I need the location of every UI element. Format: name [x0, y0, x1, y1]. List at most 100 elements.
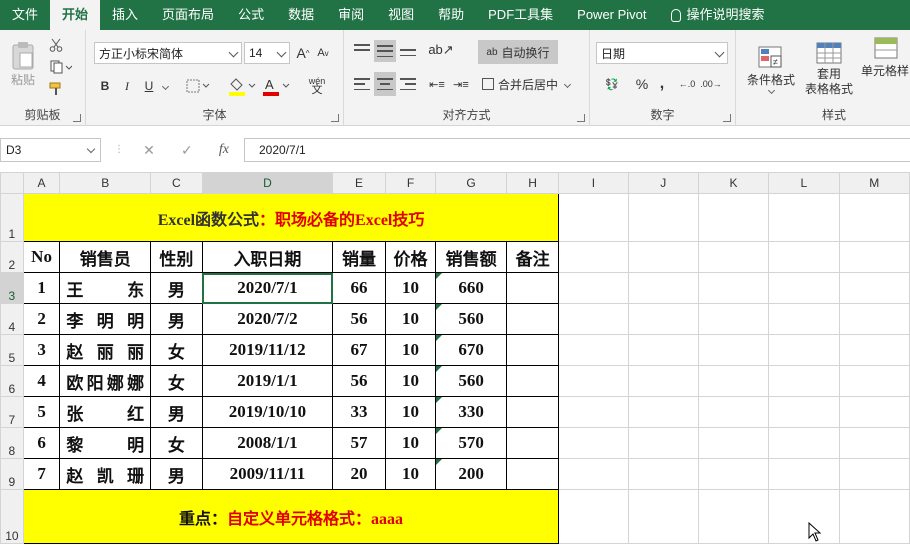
- cell-price[interactable]: 10: [384, 365, 437, 397]
- cell-no[interactable]: 3: [22, 334, 61, 366]
- column-header-c[interactable]: C: [150, 172, 203, 194]
- cell[interactable]: [558, 241, 629, 273]
- decrease-decimal-button[interactable]: .00→: [700, 74, 722, 94]
- align-middle-button[interactable]: [374, 40, 396, 62]
- merge-center-button[interactable]: 合并后居中: [478, 72, 574, 96]
- tab-pdf-tools[interactable]: PDF工具集: [476, 0, 565, 30]
- cell[interactable]: [627, 272, 699, 304]
- underline-dropdown[interactable]: [160, 76, 170, 96]
- tab-review[interactable]: 审阅: [326, 0, 376, 30]
- cell-gender[interactable]: 男: [150, 458, 203, 490]
- cell-hire-date[interactable]: 2019/10/10: [201, 396, 334, 428]
- cell[interactable]: [697, 489, 770, 544]
- tab-data[interactable]: 数据: [276, 0, 326, 30]
- align-bottom-button[interactable]: [398, 40, 418, 60]
- header-gender[interactable]: 性别: [150, 241, 203, 273]
- font-size-combo[interactable]: 14: [244, 42, 290, 64]
- cell-gender[interactable]: 女: [150, 365, 203, 397]
- tab-help[interactable]: 帮助: [426, 0, 476, 30]
- column-header-l[interactable]: L: [768, 172, 840, 194]
- cell[interactable]: [768, 193, 840, 242]
- phonetic-button[interactable]: wén 文: [302, 74, 332, 98]
- header-sales-amount[interactable]: 销售额: [435, 241, 507, 273]
- cell-remarks[interactable]: [505, 458, 560, 490]
- cell[interactable]: [697, 193, 770, 242]
- header-hire-date[interactable]: 入职日期: [201, 241, 334, 273]
- cell[interactable]: [838, 427, 910, 459]
- tab-page-layout[interactable]: 页面布局: [150, 0, 226, 30]
- header-quantity[interactable]: 销量: [332, 241, 386, 273]
- cell-no[interactable]: 7: [22, 458, 61, 490]
- cell-no[interactable]: 5: [22, 396, 61, 428]
- tab-insert[interactable]: 插入: [100, 0, 150, 30]
- cell-remarks[interactable]: [505, 427, 560, 459]
- column-header-j[interactable]: J: [627, 172, 699, 194]
- cell-sales-amount[interactable]: 200: [435, 458, 507, 490]
- cell[interactable]: [627, 193, 699, 242]
- column-header-a[interactable]: A: [22, 172, 61, 194]
- cell-hire-date[interactable]: 2008/1/1: [201, 427, 334, 459]
- cell[interactable]: [558, 193, 629, 242]
- cell-remarks[interactable]: [505, 272, 560, 304]
- cell[interactable]: [697, 334, 770, 366]
- cell-sales-amount[interactable]: 560: [435, 365, 507, 397]
- cell-sales-amount[interactable]: 330: [435, 396, 507, 428]
- cell-salesperson[interactable]: 欧阳娜娜: [59, 365, 152, 397]
- tab-formulas[interactable]: 公式: [226, 0, 276, 30]
- cell-quantity[interactable]: 66: [332, 272, 386, 304]
- align-left-button[interactable]: [352, 74, 372, 94]
- row-header-3[interactable]: 3: [0, 272, 24, 304]
- cell-sales-amount[interactable]: 560: [435, 303, 507, 335]
- format-painter-button[interactable]: [46, 80, 66, 98]
- cell[interactable]: [768, 396, 840, 428]
- enter-icon[interactable]: ✓: [181, 142, 193, 159]
- cell[interactable]: [838, 303, 910, 335]
- copy-button[interactable]: [46, 58, 76, 76]
- align-right-button[interactable]: [398, 74, 418, 94]
- cell-remarks[interactable]: [505, 365, 560, 397]
- cell-quantity[interactable]: 56: [332, 303, 386, 335]
- column-header-m[interactable]: M: [838, 172, 910, 194]
- cell[interactable]: [768, 489, 840, 544]
- cell-price[interactable]: 10: [384, 396, 437, 428]
- tab-home[interactable]: 开始: [50, 0, 101, 30]
- column-header-d[interactable]: D: [201, 172, 334, 194]
- select-all-corner[interactable]: [0, 172, 24, 194]
- cell[interactable]: [768, 427, 840, 459]
- shrink-font-button[interactable]: Av: [314, 42, 332, 64]
- conditional-formatting-button[interactable]: ≠ 条件格式: [742, 36, 800, 102]
- cell-price[interactable]: 10: [384, 458, 437, 490]
- cell[interactable]: [768, 365, 840, 397]
- header-remarks[interactable]: 备注: [505, 241, 560, 273]
- cell[interactable]: [558, 334, 629, 366]
- cell[interactable]: [838, 489, 910, 544]
- cell[interactable]: [838, 272, 910, 304]
- header-salesperson[interactable]: 销售员: [59, 241, 152, 273]
- cell[interactable]: [627, 303, 699, 335]
- cell-hire-date[interactable]: 2020/7/2: [201, 303, 334, 335]
- decrease-indent-button[interactable]: ⇤≡: [426, 74, 448, 94]
- orientation-button[interactable]: ab↗: [426, 40, 456, 60]
- cell[interactable]: [558, 272, 629, 304]
- fill-color-button[interactable]: [226, 74, 258, 98]
- cell[interactable]: [558, 365, 629, 397]
- alignment-launcher-icon[interactable]: [577, 114, 585, 122]
- number-launcher-icon[interactable]: [723, 114, 731, 122]
- cell-salesperson[interactable]: 李明明: [59, 303, 152, 335]
- cut-button[interactable]: [46, 36, 66, 54]
- cell-gender[interactable]: 男: [150, 396, 203, 428]
- underline-button[interactable]: U: [140, 76, 158, 96]
- comma-style-button[interactable]: ,: [654, 74, 670, 94]
- cell[interactable]: [768, 458, 840, 490]
- formula-bar-splitter-icon[interactable]: ⋮: [114, 144, 124, 155]
- cell[interactable]: [627, 458, 699, 490]
- tell-me-search[interactable]: 操作说明搜索: [659, 0, 777, 30]
- cell-gender[interactable]: 女: [150, 334, 203, 366]
- cell-hire-date-selected[interactable]: 2020/7/1: [201, 272, 334, 304]
- cell-gender[interactable]: 男: [150, 303, 203, 335]
- cell[interactable]: [697, 458, 770, 490]
- cell-quantity[interactable]: 56: [332, 365, 386, 397]
- cell[interactable]: [627, 241, 699, 273]
- cell[interactable]: [697, 303, 770, 335]
- cell-no[interactable]: 2: [22, 303, 61, 335]
